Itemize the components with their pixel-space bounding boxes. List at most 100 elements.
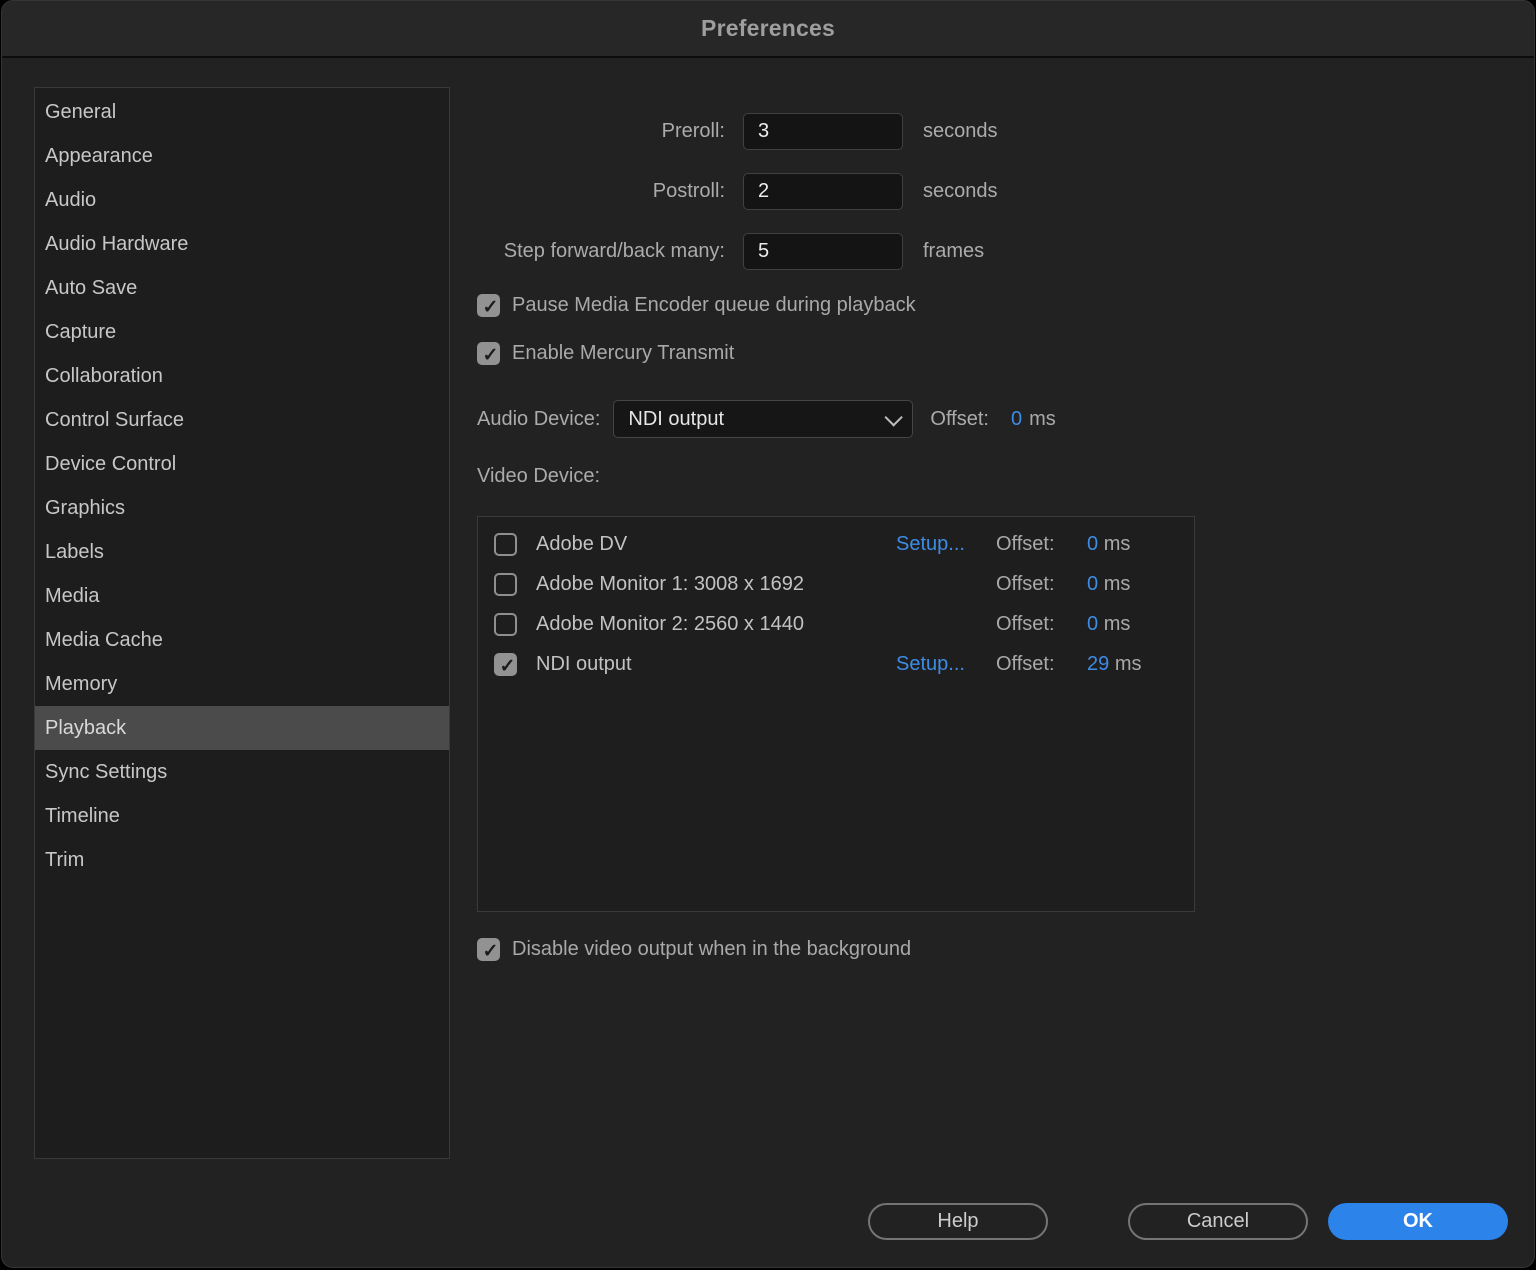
offset-unit: ms [1104,533,1131,555]
sidebar-item-auto-save[interactable]: Auto Save [35,266,449,310]
sidebar-item-appearance[interactable]: Appearance [35,134,449,178]
sidebar-item-label: Audio [45,189,96,212]
device-name: NDI output [536,653,896,676]
sidebar-item-label: Audio Hardware [45,233,188,256]
adobe-dv-setup-link[interactable]: Setup... [896,533,996,556]
sidebar-item-label: Capture [45,321,116,344]
offset-value[interactable]: 0 ms [1087,533,1194,556]
device-name: Adobe Monitor 2: 2560 x 1440 [536,613,896,636]
sidebar-item-control-surface[interactable]: Control Surface [35,398,449,442]
sidebar-item-trim[interactable]: Trim [35,838,449,882]
dialog-title: Preferences [701,15,835,42]
postroll-row: Postroll: seconds [477,173,998,210]
mercury-transmit-row: Enable Mercury Transmit [477,342,734,365]
sidebar-item-label: Collaboration [45,365,163,388]
step-label: Step forward/back many: [477,240,725,263]
title-bar: Preferences [2,1,1534,58]
postroll-unit: seconds [923,180,998,203]
sidebar-item-general[interactable]: General [35,90,449,134]
adobe-monitor-1-checkbox[interactable] [494,573,517,596]
audio-offset-label: Offset: [930,408,989,431]
sidebar-item-labels[interactable]: Labels [35,530,449,574]
sidebar-item-label: Labels [45,541,104,564]
sidebar-item-label: Playback [45,717,126,740]
audio-device-row: Audio Device: NDI output Offset: 0 ms [477,400,1056,438]
ndi-output-setup-link[interactable]: Setup... [896,653,996,676]
sidebar-item-label: Appearance [45,145,153,168]
ok-button-label: OK [1403,1210,1433,1233]
chevron-down-icon [885,408,903,426]
device-name: Adobe DV [536,533,896,556]
step-row: Step forward/back many: frames [477,233,984,270]
sidebar-item-media-cache[interactable]: Media Cache [35,618,449,662]
pause-encoder-checkbox[interactable] [477,294,500,317]
postroll-input[interactable] [743,173,903,210]
sidebar-item-capture[interactable]: Capture [35,310,449,354]
audio-device-label: Audio Device: [477,408,600,431]
ok-button[interactable]: OK [1328,1203,1508,1240]
sidebar-item-label: Trim [45,849,84,872]
disable-background-label: Disable video output when in the backgro… [512,938,911,961]
preroll-unit: seconds [923,120,998,143]
sidebar-item-memory[interactable]: Memory [35,662,449,706]
audio-device-value: NDI output [628,408,885,431]
cancel-button[interactable]: Cancel [1128,1203,1308,1240]
sidebar-item-media[interactable]: Media [35,574,449,618]
audio-offset-value[interactable]: 0 [1011,408,1022,431]
offset-value[interactable]: 29 ms [1087,653,1194,676]
sidebar-item-collaboration[interactable]: Collaboration [35,354,449,398]
preferences-dialog: Preferences General Appearance Audio Aud… [1,0,1535,1268]
sidebar-item-label: Sync Settings [45,761,167,784]
sidebar-item-audio-hardware[interactable]: Audio Hardware [35,222,449,266]
video-device-list: Adobe DV Setup... Offset: 0 ms Adobe Mon… [477,516,1195,912]
video-device-label: Video Device: [477,465,600,488]
sidebar-item-playback[interactable]: Playback [35,706,449,750]
postroll-label: Postroll: [477,180,725,203]
mercury-transmit-label: Enable Mercury Transmit [512,342,734,365]
sidebar-item-label: Control Surface [45,409,184,432]
sidebar-item-label: Graphics [45,497,125,520]
offset-unit: ms [1115,653,1142,675]
help-button[interactable]: Help [868,1203,1048,1240]
sidebar-item-timeline[interactable]: Timeline [35,794,449,838]
sidebar-item-audio[interactable]: Audio [35,178,449,222]
offset-unit: ms [1104,573,1131,595]
disable-background-row: Disable video output when in the backgro… [477,938,911,961]
audio-offset-unit: ms [1029,408,1056,431]
sidebar-item-sync-settings[interactable]: Sync Settings [35,750,449,794]
preroll-row: Preroll: seconds [477,113,998,150]
adobe-monitor-2-checkbox[interactable] [494,613,517,636]
device-name: Adobe Monitor 1: 3008 x 1692 [536,573,896,596]
pause-encoder-label: Pause Media Encoder queue during playbac… [512,294,916,317]
offset-number: 29 [1087,653,1109,675]
offset-label: Offset: [996,573,1087,596]
disable-background-checkbox[interactable] [477,938,500,961]
offset-number: 0 [1087,533,1098,555]
offset-number: 0 [1087,573,1098,595]
sidebar-item-label: Device Control [45,453,176,476]
offset-value[interactable]: 0 ms [1087,573,1194,596]
offset-unit: ms [1104,613,1131,635]
adobe-dv-checkbox[interactable] [494,533,517,556]
mercury-transmit-checkbox[interactable] [477,342,500,365]
step-input[interactable] [743,233,903,270]
sidebar-item-label: Auto Save [45,277,137,300]
ndi-output-checkbox[interactable] [494,653,517,676]
help-button-label: Help [937,1210,978,1233]
sidebar-item-label: Timeline [45,805,120,828]
sidebar-item-device-control[interactable]: Device Control [35,442,449,486]
sidebar-item-graphics[interactable]: Graphics [35,486,449,530]
cancel-button-label: Cancel [1187,1210,1249,1233]
sidebar-item-label: Media [45,585,99,608]
offset-label: Offset: [996,533,1087,556]
audio-device-select[interactable]: NDI output [613,400,913,438]
offset-number: 0 [1087,613,1098,635]
category-sidebar: General Appearance Audio Audio Hardware … [34,87,450,1159]
device-row-adobe-dv: Adobe DV Setup... Offset: 0 ms [478,524,1194,564]
device-row-adobe-monitor-2: Adobe Monitor 2: 2560 x 1440 Offset: 0 m… [478,604,1194,644]
offset-label: Offset: [996,653,1087,676]
sidebar-item-label: General [45,101,116,124]
preroll-input[interactable] [743,113,903,150]
offset-value[interactable]: 0 ms [1087,613,1194,636]
preroll-label: Preroll: [477,120,725,143]
